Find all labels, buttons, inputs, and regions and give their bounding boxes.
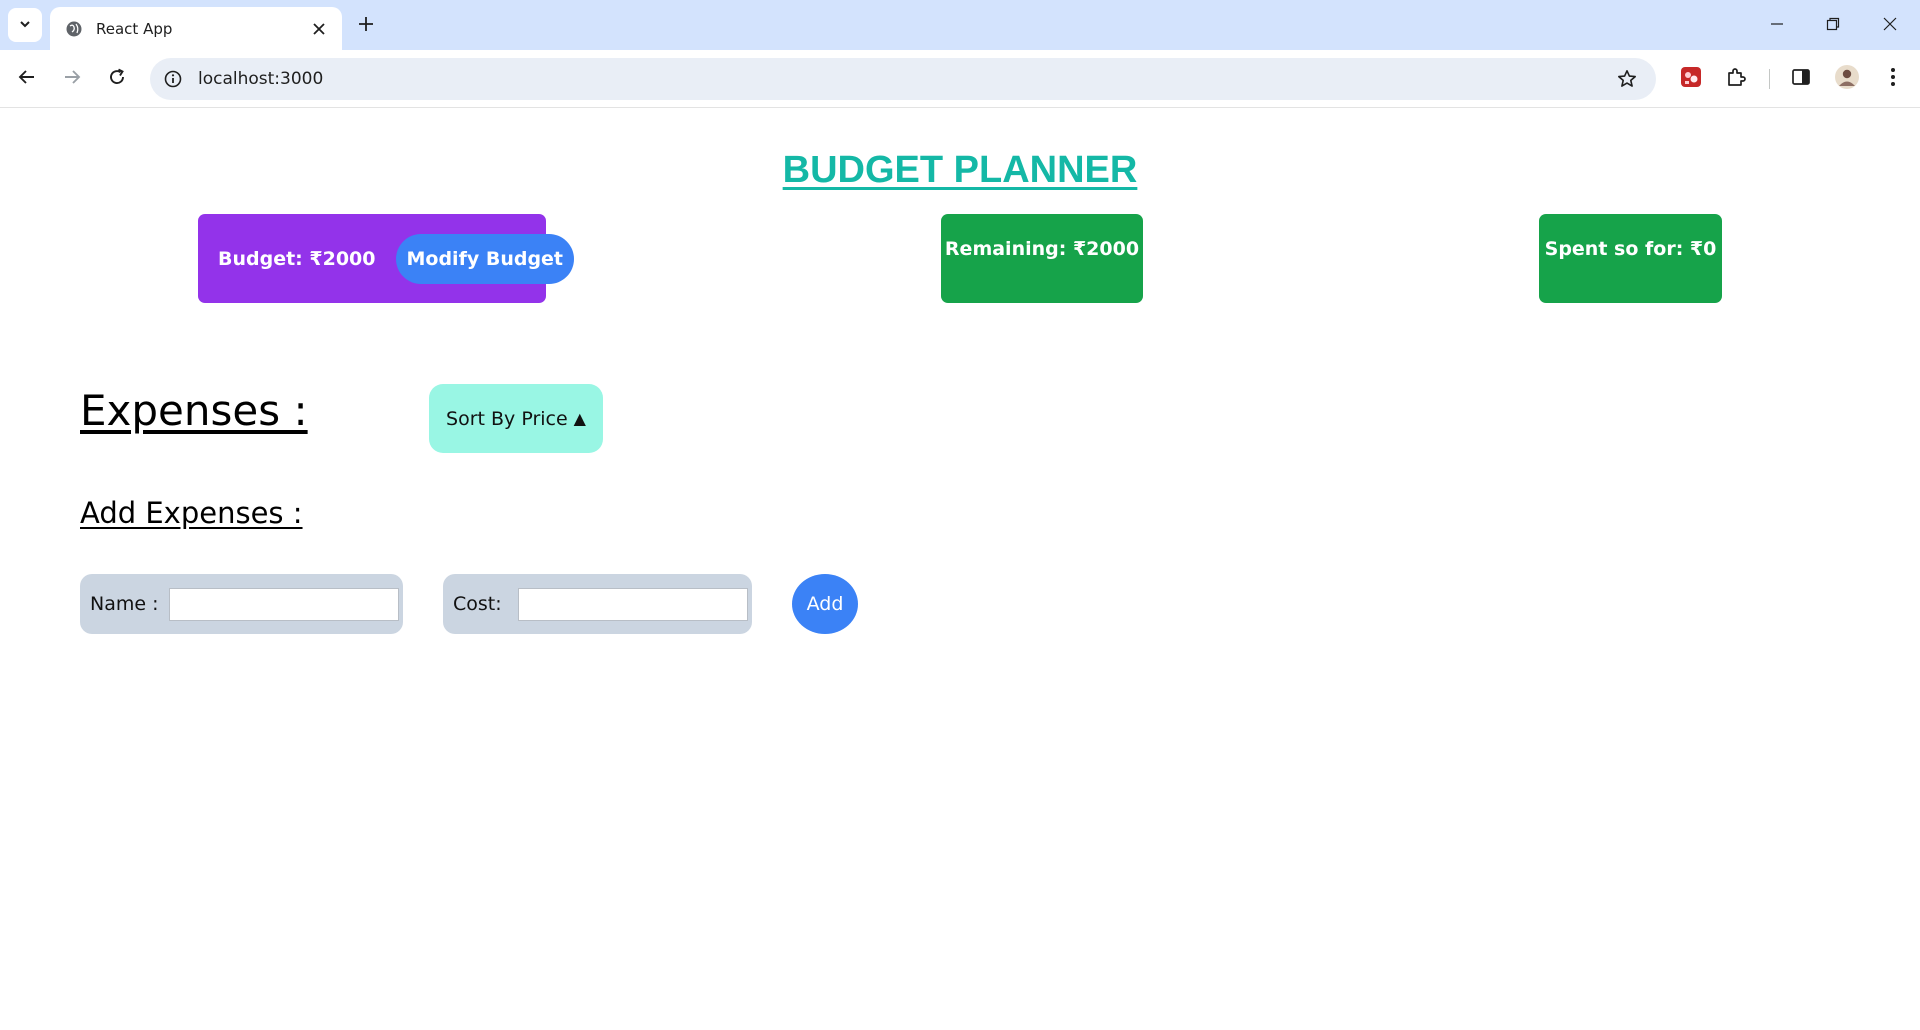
page-content: BUDGET PLANNER Budget: ₹2000 Modify Budg… [0, 109, 1920, 1030]
cost-label: Cost: [453, 593, 502, 615]
expenses-heading: Expenses : [80, 386, 308, 435]
chevron-down-icon [18, 16, 32, 35]
browser-tab-strip: React App [0, 0, 1920, 50]
minimize-icon [1770, 16, 1784, 35]
browser-toolbar: localhost:3000 [0, 50, 1920, 108]
info-icon[interactable] [160, 66, 186, 92]
avatar [1834, 64, 1860, 94]
toolbar-divider [1769, 69, 1770, 89]
browser-tab[interactable]: React App [50, 7, 342, 50]
star-icon[interactable] [1614, 66, 1640, 92]
kebab-menu-icon [1890, 67, 1896, 91]
tab-search-button[interactable] [8, 8, 42, 42]
add-expense-button[interactable]: Add [792, 574, 858, 634]
globe-icon [64, 19, 84, 39]
remaining-card: Remaining: ₹2000 [941, 214, 1143, 303]
name-input[interactable] [168, 587, 399, 621]
reload-icon [108, 68, 126, 90]
name-field-group: Name : [80, 574, 403, 634]
budget-card: Budget: ₹2000 Modify Budget [198, 214, 575, 303]
forward-button[interactable] [55, 62, 89, 96]
browser-menu-button[interactable] [1876, 62, 1910, 96]
window-close-button[interactable] [1873, 10, 1907, 40]
extension-app-icon[interactable] [1674, 62, 1708, 96]
minimize-button[interactable] [1760, 10, 1794, 40]
side-panel-icon [1791, 67, 1811, 91]
close-icon[interactable] [308, 18, 330, 40]
puzzle-icon [1726, 67, 1746, 91]
new-tab-button[interactable] [352, 12, 380, 40]
game-extension-icon [1680, 66, 1702, 92]
name-label: Name : [90, 593, 159, 615]
sort-button-label: Sort By Price [446, 407, 568, 430]
cost-field-group: Cost: [443, 574, 752, 634]
arrow-left-icon [18, 68, 36, 90]
back-button[interactable] [10, 62, 44, 96]
address-bar[interactable]: localhost:3000 [150, 58, 1656, 100]
remaining-amount: Remaining: ₹2000 [944, 238, 1140, 260]
cost-input[interactable] [517, 587, 748, 621]
extensions-button[interactable] [1719, 62, 1753, 96]
budget-amount: Budget: ₹2000 [218, 247, 376, 270]
plus-icon [358, 16, 374, 36]
tab-title: React App [96, 19, 173, 38]
side-panel-button[interactable] [1784, 62, 1818, 96]
modify-budget-button[interactable]: Modify Budget [395, 233, 575, 284]
close-icon [1883, 16, 1897, 35]
url-text[interactable]: localhost:3000 [198, 69, 1614, 89]
add-expenses-heading: Add Expenses : [80, 496, 303, 530]
restore-button[interactable] [1816, 10, 1850, 40]
sort-up-icon: ▲ [573, 409, 586, 428]
arrow-right-icon [63, 68, 81, 90]
spent-card: Spent so for: ₹0 [1539, 214, 1722, 303]
profile-button[interactable] [1830, 62, 1864, 96]
restore-icon [1826, 16, 1840, 35]
page-title: BUDGET PLANNER [782, 149, 1138, 191]
sort-by-price-button[interactable]: Sort By Price ▲ [429, 384, 603, 453]
reload-button[interactable] [100, 62, 134, 96]
spent-amount: Spent so for: ₹0 [1544, 238, 1717, 260]
